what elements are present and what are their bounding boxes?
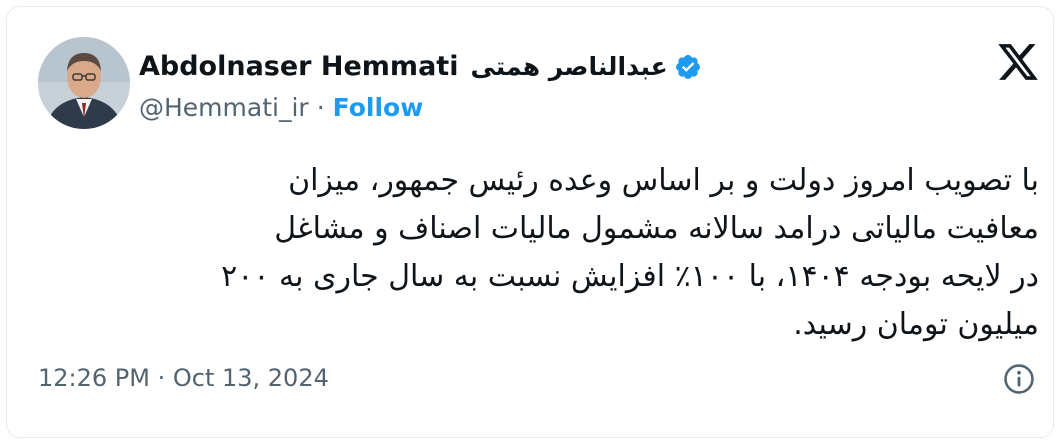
follow-button[interactable]: Follow xyxy=(333,93,424,122)
verified-badge-icon xyxy=(674,53,702,81)
tweet-text-line: با تصویب امروز دولت و بر اساس وعده رئیس … xyxy=(288,163,1039,198)
tweet-text-line: میلیون تومان رسید. xyxy=(793,307,1039,342)
tweet-card: Abdolnaser Hemmati عبدالناصر همتی @Hemma… xyxy=(6,6,1054,438)
separator-dot: · xyxy=(316,93,325,122)
tweet-text-line: در لایحه بودجه ۱۴۰۴، با ۱۰۰٪ افزایش نسبت… xyxy=(221,259,1039,294)
avatar[interactable] xyxy=(38,37,130,129)
author-row: Abdolnaser Hemmati عبدالناصر همتی xyxy=(139,51,702,82)
author-name-fa[interactable]: عبدالناصر همتی xyxy=(470,52,667,81)
tweet-text-line: معافیت مالیاتی درامد سالانه مشمول مالیات… xyxy=(274,211,1039,246)
author-name[interactable]: Abdolnaser Hemmati xyxy=(139,51,458,82)
tweet-timestamp[interactable]: 12:26 PM · Oct 13, 2024 xyxy=(38,364,329,392)
tweet-text: با تصویب امروز دولت و بر اساس وعده رئیس … xyxy=(47,157,1039,349)
info-icon[interactable] xyxy=(1002,362,1036,396)
author-handle[interactable]: @Hemmati_ir xyxy=(139,93,309,122)
x-logo-icon[interactable] xyxy=(995,40,1041,84)
handle-row: @Hemmati_ir · Follow xyxy=(139,93,423,122)
